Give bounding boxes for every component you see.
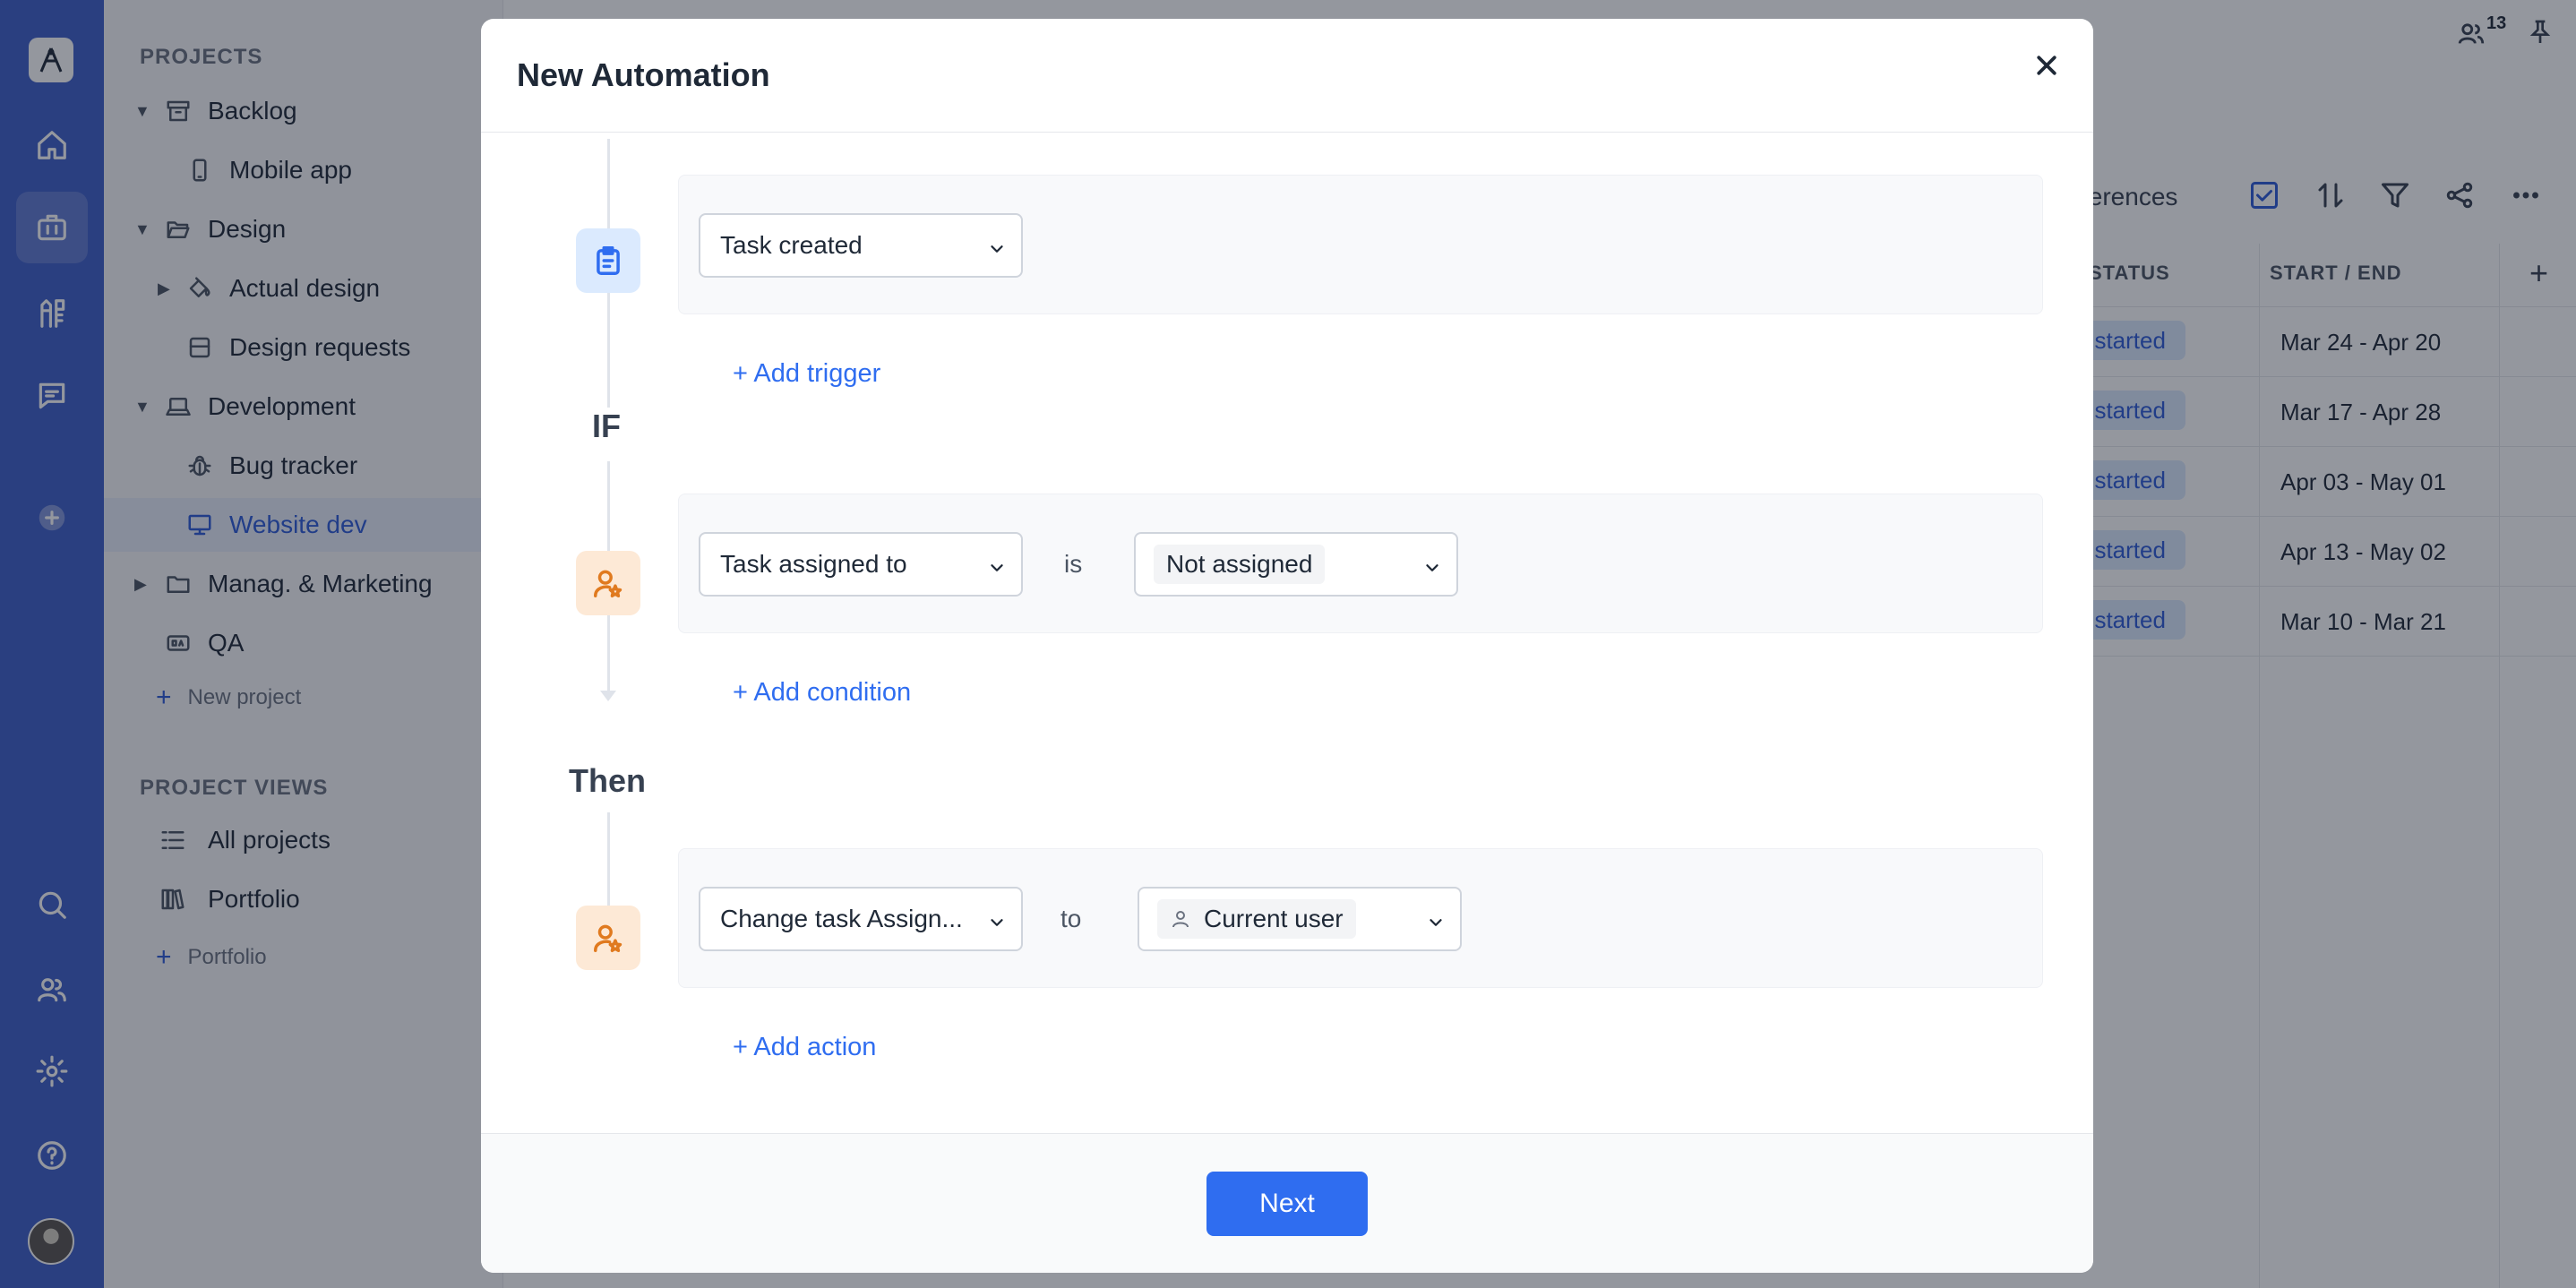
- chevron-down-icon: [987, 910, 1007, 930]
- add-condition-link[interactable]: + Add condition: [733, 678, 911, 708]
- condition-value-text: Not assigned: [1166, 550, 1313, 578]
- condition-field-value: Task assigned to: [720, 550, 907, 578]
- trigger-select[interactable]: Task created: [699, 213, 1023, 278]
- action-value-text: Current user: [1204, 905, 1344, 932]
- condition-field-select[interactable]: Task assigned to: [699, 532, 1023, 597]
- condition-operator: is: [1064, 550, 1083, 578]
- modal-footer: Next: [481, 1133, 2093, 1273]
- trigger-select-value: Task created: [720, 231, 863, 259]
- condition-value-select[interactable]: Not assigned: [1134, 532, 1458, 597]
- chevron-down-icon: [987, 555, 1007, 575]
- modal-title: New Automation: [517, 56, 770, 93]
- chevron-down-icon: [1422, 555, 1442, 575]
- timeline-line: [607, 461, 610, 551]
- condition-value-chip: Not assigned: [1154, 545, 1326, 584]
- action-card: Change task Assign... to Current user: [678, 848, 2043, 988]
- timeline-arrow-icon: [600, 691, 616, 701]
- action-value-select[interactable]: Current user: [1138, 887, 1462, 951]
- timeline-line: [607, 275, 610, 408]
- clipboard-icon: [576, 228, 640, 293]
- close-icon: [2037, 56, 2057, 75]
- close-button[interactable]: [2025, 44, 2068, 87]
- user-icon: [1172, 911, 1189, 928]
- next-button[interactable]: Next: [1206, 1172, 1368, 1236]
- add-action-link[interactable]: + Add action: [733, 1033, 876, 1062]
- add-trigger-link[interactable]: + Add trigger: [733, 359, 880, 389]
- chevron-down-icon: [987, 236, 1007, 256]
- action-value-chip: Current user: [1157, 899, 1356, 939]
- then-label: Then: [569, 762, 646, 799]
- action-field-value: Change task Assign...: [720, 905, 963, 932]
- new-automation-modal: New Automation Task created + Add trigge…: [481, 19, 2093, 1273]
- header-divider: [481, 132, 2093, 133]
- chevron-down-icon: [1426, 910, 1446, 930]
- user-star-icon: [576, 551, 640, 615]
- user-star-icon: [576, 906, 640, 970]
- if-label: IF: [592, 408, 621, 444]
- action-connector: to: [1060, 905, 1082, 932]
- condition-card: Task assigned to is Not assigned: [678, 494, 2043, 633]
- action-field-select[interactable]: Change task Assign...: [699, 887, 1023, 951]
- timeline-line: [607, 139, 610, 228]
- trigger-card: Task created: [678, 175, 2043, 314]
